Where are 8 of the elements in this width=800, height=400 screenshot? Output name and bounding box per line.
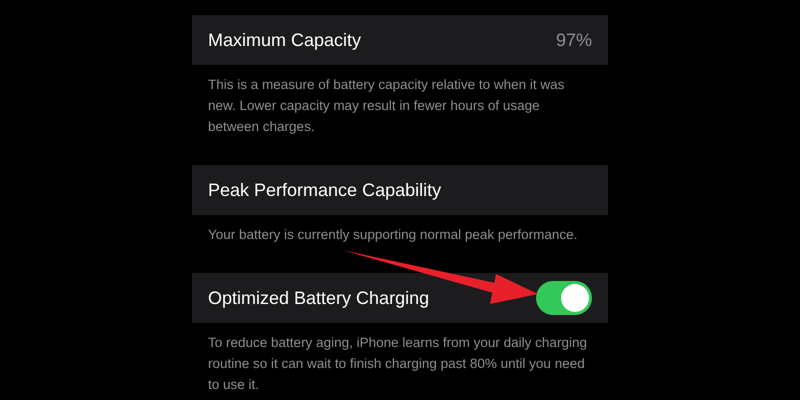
row-description: This is a measure of battery capacity relative to when it was new. Lower capacity may result in fewer hours of usage between charges. <box>207 76 566 136</box>
row-title: Maximum Capacity <box>208 28 362 52</box>
row-title: Optimized Battery Charging <box>208 286 430 310</box>
row-description: Your battery is currently supporting normal peak performance. <box>207 226 578 244</box>
toggle-switch[interactable] <box>536 281 592 315</box>
row-description: To reduce battery aging, iPhone learns from your daily charging routine so it can wait to finish charging past 80% until you need to use it. <box>207 334 588 394</box>
row-title: Peak Performance Capability <box>208 178 442 202</box>
row-value: 97% <box>556 28 592 52</box>
